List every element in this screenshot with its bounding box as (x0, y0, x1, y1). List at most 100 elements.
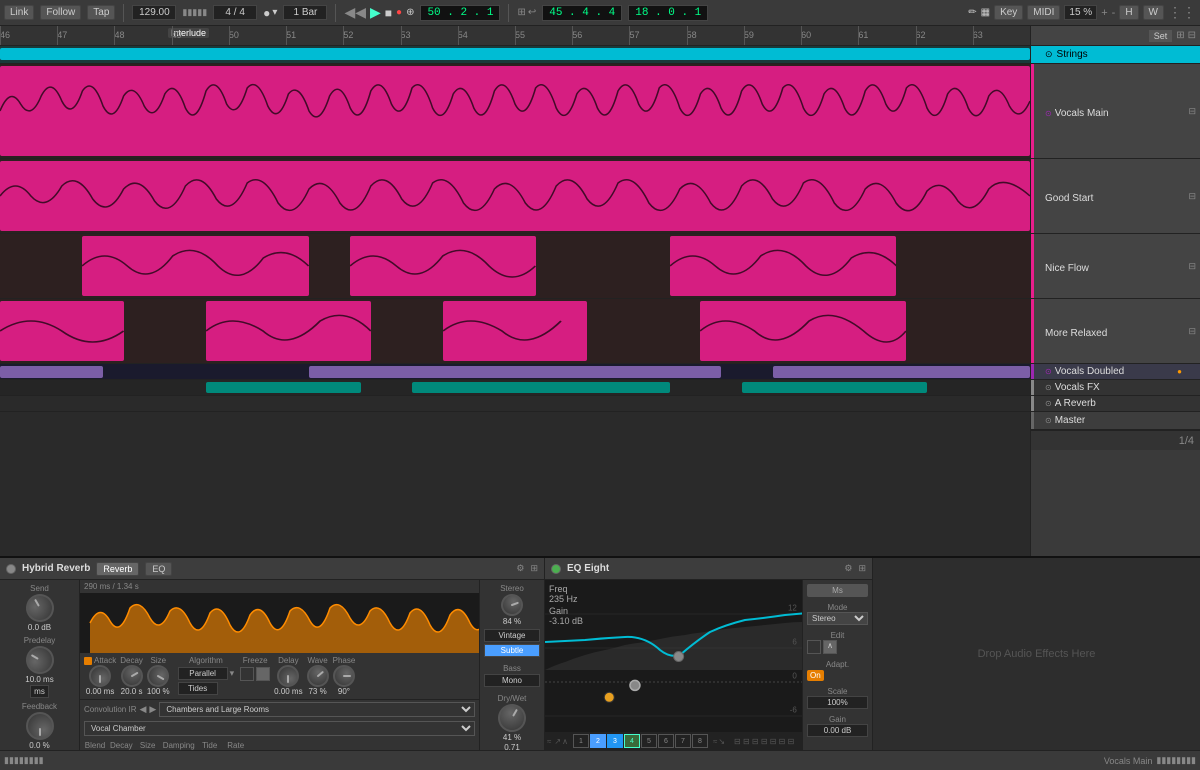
key-button[interactable]: Key (994, 5, 1023, 20)
follow-button[interactable]: Follow (40, 5, 81, 20)
nice-flow-clip-3[interactable] (670, 236, 897, 296)
loop-back-icon[interactable]: ↩ (528, 7, 536, 18)
convolution-left-icon[interactable]: ◀ (139, 704, 146, 715)
eq-band-4-btn[interactable]: 4 (624, 734, 640, 748)
vocals-fx-clip-3[interactable] (742, 382, 927, 393)
position-display[interactable]: 50 . 2 . 1 (420, 5, 500, 21)
vocals-main-track-header[interactable]: ⊙ Vocals Main ⊟ (1031, 64, 1200, 159)
play-button[interactable]: ▶ (370, 4, 381, 21)
effects-drop-zone[interactable]: Drop Audio Effects Here (873, 558, 1200, 750)
zoom-in-icon[interactable]: + (1101, 7, 1107, 19)
fold-icon[interactable]: ⊟ (1188, 30, 1196, 41)
more-relaxed-clip-1[interactable] (0, 301, 124, 361)
phase-knob[interactable] (333, 665, 355, 687)
eq-adapt-toggle[interactable]: On (807, 670, 824, 681)
freeze-mode-btn[interactable] (256, 667, 270, 681)
more-relaxed-track-header[interactable]: More Relaxed ⊟ (1031, 299, 1200, 364)
freeze-toggle[interactable] (240, 667, 254, 681)
record-mode-icon[interactable]: ● (263, 6, 270, 20)
master-track-header[interactable]: ⊙ Master (1031, 412, 1200, 430)
overdub-icon[interactable]: ⊞ (517, 7, 525, 18)
eq-band-7-btn[interactable]: 7 (675, 734, 691, 748)
algorithm-value-display[interactable]: Parallel (178, 667, 228, 680)
predelay-knob[interactable] (20, 641, 58, 679)
eq-output-gain-value[interactable]: 0.00 dB (807, 724, 868, 737)
a-reverb-track-header[interactable]: ⊙ A Reverb (1031, 396, 1200, 412)
predelay-ms-btn[interactable]: ms (30, 685, 49, 698)
time-sig-display[interactable]: 4 / 4 (213, 5, 257, 20)
zoom-out-icon[interactable]: - (1112, 7, 1116, 19)
nice-flow-clip-2[interactable] (350, 236, 535, 296)
eq-power-button[interactable] (551, 564, 561, 574)
strings-track-header[interactable]: ⊙ Strings (1031, 46, 1200, 64)
end-time-display[interactable]: 45 . 4 . 4 (542, 5, 622, 21)
stop-button[interactable]: ■ (385, 6, 392, 20)
vocals-doubled-clip-3[interactable] (773, 366, 1031, 378)
eq-scale-value[interactable]: 100% (807, 696, 868, 709)
more-relaxed-clip-4[interactable] (700, 301, 906, 361)
loop-len-display[interactable]: 1 Bar (283, 5, 327, 20)
reverb-reverb-tab[interactable]: Reverb (96, 562, 139, 576)
tides-display[interactable]: Tides (178, 682, 218, 695)
loop-button[interactable]: ⊕ (406, 7, 414, 18)
eq-band-5-btn[interactable]: 5 (641, 734, 657, 748)
convolution-right-icon[interactable]: ▶ (149, 704, 156, 715)
more-relaxed-clip-3[interactable] (443, 301, 587, 361)
vocals-main-clip[interactable] (0, 66, 1030, 156)
vocals-fx-clip-1[interactable] (206, 382, 361, 393)
vocals-main-fold-btn[interactable]: ⊟ (1188, 106, 1196, 117)
grid-icon[interactable]: ▦ (981, 7, 990, 18)
algorithm-down-icon[interactable]: ▾ (230, 668, 235, 679)
send-knob[interactable] (20, 589, 58, 627)
reverb-eq-tab[interactable]: EQ (145, 562, 172, 576)
strings-track-lane[interactable] (0, 46, 1030, 64)
vocals-fx-track-header[interactable]: ⊙ Vocals FX (1031, 380, 1200, 396)
nice-flow-clip-1[interactable] (82, 236, 309, 296)
good-start-fold-btn[interactable]: ⊟ (1188, 191, 1196, 202)
feedback-knob[interactable] (26, 712, 54, 740)
more-relaxed-fold-btn[interactable]: ⊟ (1188, 326, 1196, 337)
reverb-expand-icon[interactable]: ⊞ (530, 563, 538, 574)
eq-edit-toggle[interactable] (807, 640, 821, 654)
vocals-doubled-track-header[interactable]: ⊙ Vocals Doubled ● (1031, 364, 1200, 380)
vocals-fx-track-lane[interactable] (0, 380, 1030, 396)
eq-edit-btn[interactable]: ∧ (823, 640, 837, 654)
ir-preset-select[interactable]: Vocal Chamber (84, 721, 475, 736)
eq-band-2-btn[interactable]: 2 (590, 734, 606, 748)
record-button[interactable]: ● (396, 7, 402, 18)
vintage-btn[interactable]: Vintage (484, 629, 540, 642)
stereo-knob[interactable] (498, 591, 526, 619)
reverb-settings-icon[interactable]: ⚙ (516, 563, 524, 574)
vocals-fx-clip-2[interactable] (412, 382, 670, 393)
eq-band-6-btn[interactable]: 6 (658, 734, 674, 748)
bpm-display[interactable]: 129.00 (132, 5, 176, 20)
eq-ms-btn[interactable]: Ms (807, 584, 868, 597)
h-view-button[interactable]: H (1119, 5, 1138, 20)
eq-band-3-btn[interactable]: 3 (607, 734, 623, 748)
end-marker-display[interactable]: 18 . 0 . 1 (628, 5, 708, 21)
vocals-doubled-clip-1[interactable] (0, 366, 103, 378)
drywet-knob[interactable] (493, 699, 531, 737)
vocals-doubled-track-lane[interactable] (0, 364, 1030, 380)
eq-expand-icon[interactable]: ⊞ (858, 563, 866, 574)
attack-knob[interactable] (89, 665, 111, 687)
mono-btn[interactable]: Mono (484, 674, 540, 687)
vocals-doubled-clip-2[interactable] (309, 366, 721, 378)
ir-category-select[interactable]: Chambers and Large Rooms (159, 702, 475, 717)
set-button[interactable]: Set (1148, 29, 1174, 43)
eq-settings-icon[interactable]: ⚙ (844, 563, 852, 574)
wave-knob[interactable] (302, 661, 333, 692)
nice-flow-track-header[interactable]: Nice Flow ⊟ (1031, 234, 1200, 299)
midi-button[interactable]: MIDI (1027, 5, 1060, 20)
w-view-button[interactable]: W (1143, 5, 1164, 20)
strings-clip[interactable] (0, 48, 1030, 60)
good-start-track-header[interactable]: Good Start ⊟ (1031, 159, 1200, 234)
eq-band-1-btn[interactable]: 1 (573, 734, 589, 748)
eq-graph-area[interactable]: 12 6 0 -6 -12 100 1k 10k (545, 580, 802, 750)
unfold-icon[interactable]: ⊞ (1176, 30, 1184, 41)
nice-flow-fold-btn[interactable]: ⊟ (1188, 261, 1196, 272)
pencil-icon[interactable]: ✏ (968, 7, 976, 18)
eq-mode-select[interactable]: Stereo (807, 612, 868, 625)
link-button[interactable]: Link (4, 5, 34, 20)
arrangement-view[interactable]: Interlude 464748495051525354555657585960… (0, 26, 1030, 556)
